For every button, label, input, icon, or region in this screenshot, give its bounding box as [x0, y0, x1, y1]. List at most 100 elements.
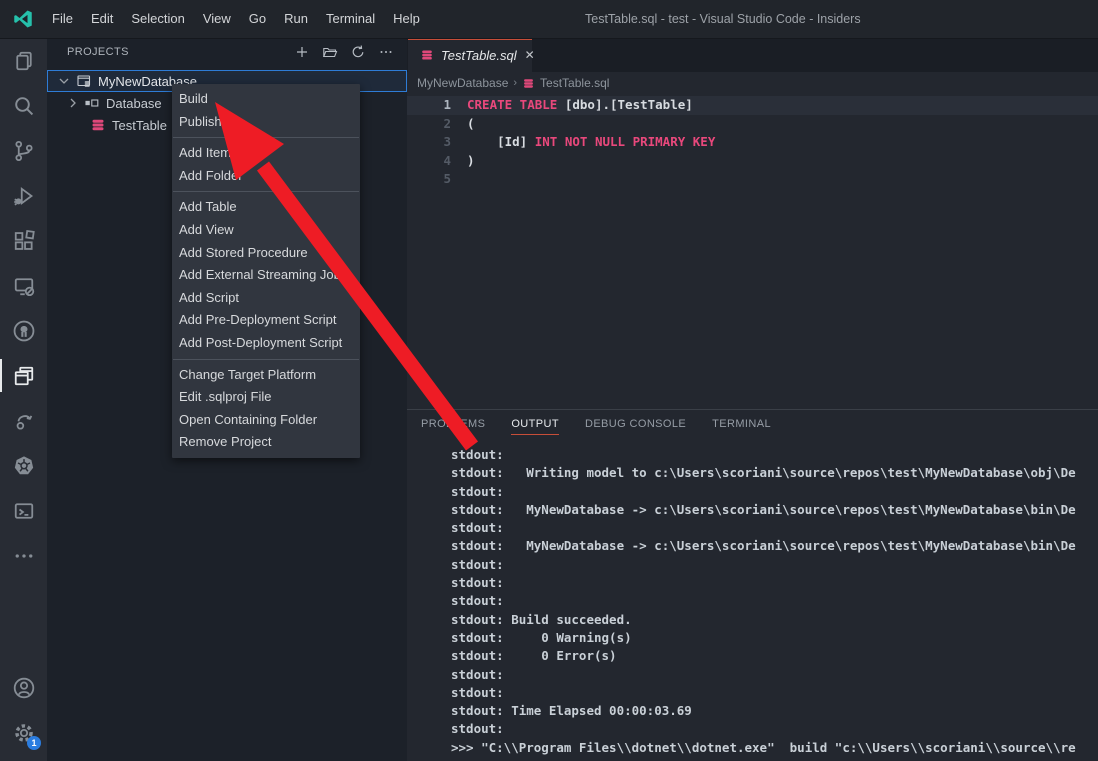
output-line: stdout: 0 Warning(s) — [451, 629, 1098, 647]
menu-separator — [173, 137, 359, 138]
context-menu-item-add-folder[interactable]: Add Folder — [172, 165, 360, 188]
tree-item-label: Database — [106, 96, 162, 111]
output-line: stdout: Time Elapsed 00:00:03.69 — [451, 702, 1098, 720]
close-tab-icon[interactable]: ✕ — [525, 48, 535, 62]
live-share-icon[interactable] — [0, 398, 47, 443]
context-menu-item-edit-sqlproj-file[interactable]: Edit .sqlproj File — [172, 386, 360, 409]
run-and-debug-icon[interactable] — [0, 173, 47, 218]
output-line: stdout: — [451, 592, 1098, 610]
menu-bar: FileEditSelectionViewGoRunTerminalHelp — [43, 0, 429, 38]
window-title: TestTable.sql - test - Visual Studio Cod… — [585, 0, 861, 38]
vscode-insiders-logo — [13, 9, 33, 29]
menu-item[interactable]: Go — [240, 0, 275, 38]
context-menu-item-remove-project[interactable]: Remove Project — [172, 431, 360, 454]
line-number: 3 — [407, 133, 451, 152]
menu-item[interactable]: Selection — [122, 0, 193, 38]
context-menu-item-add-external-streaming-job[interactable]: Add External Streaming Job — [172, 264, 360, 287]
context-menu-item-add-table[interactable]: Add Table — [172, 196, 360, 219]
menu-item[interactable]: View — [194, 0, 240, 38]
output-line: stdout: — [451, 446, 1098, 464]
database-table-icon — [90, 117, 106, 133]
context-menu-item-change-target-platform[interactable]: Change Target Platform — [172, 364, 360, 387]
chevron-right-icon[interactable] — [65, 95, 81, 111]
context-menu-item-add-item[interactable]: Add Item... — [172, 142, 360, 165]
menu-item[interactable]: Help — [384, 0, 429, 38]
powershell-icon[interactable] — [0, 488, 47, 533]
context-menu-item-add-pre-deployment-script[interactable]: Add Pre-Deployment Script — [172, 309, 360, 332]
accounts-icon[interactable] — [0, 665, 47, 710]
code-editor[interactable]: 1CREATE TABLE [dbo].[TestTable]2(3 [Id] … — [407, 94, 1098, 409]
context-menu-item-add-post-deployment-script[interactable]: Add Post-Deployment Script — [172, 332, 360, 355]
breadcrumb-chevron-icon: › — [513, 77, 517, 89]
kubernetes-icon[interactable] — [0, 443, 47, 488]
database-file-icon — [522, 77, 535, 90]
output-line: stdout: — [451, 666, 1098, 684]
menu-item[interactable]: Edit — [82, 0, 122, 38]
explorer-icon[interactable] — [0, 38, 47, 83]
editor-area: TestTable.sql ✕ MyNewDatabase › TestTabl… — [407, 38, 1098, 761]
settings-badge: 1 — [27, 736, 41, 750]
panel-tab-problems[interactable]: PROBLEMS — [421, 410, 485, 439]
panel-tab-output[interactable]: OUTPUT — [511, 410, 559, 439]
panel-tab-debug-console[interactable]: DEBUG CONSOLE — [585, 410, 686, 439]
output-line: stdout: — [451, 574, 1098, 592]
output-line: stdout: — [451, 519, 1098, 537]
context-menu-item-publish[interactable]: Publish — [172, 111, 360, 134]
context-menu-item-open-containing-folder[interactable]: Open Containing Folder — [172, 409, 360, 432]
code-line: 2( — [407, 115, 1098, 134]
menu-item[interactable]: File — [43, 0, 82, 38]
reference-group-icon — [84, 95, 100, 111]
database-project-icon — [76, 73, 92, 89]
code-text: ) — [467, 152, 475, 171]
code-line: 1CREATE TABLE [dbo].[TestTable] — [407, 96, 1098, 115]
more-actions-icon[interactable] — [375, 41, 397, 63]
code-text: [Id] INT NOT NULL PRIMARY KEY — [467, 133, 715, 152]
breadcrumb: MyNewDatabase › TestTable.sql — [407, 72, 1098, 94]
output-line: >>> "C:\\Program Files\\dotnet\\dotnet.e… — [451, 739, 1098, 757]
output-line: stdout: — [451, 556, 1098, 574]
breadcrumb-project[interactable]: MyNewDatabase — [417, 76, 508, 90]
more-views-icon[interactable] — [0, 533, 47, 578]
context-menu-item-add-script[interactable]: Add Script — [172, 287, 360, 310]
panel-tab-terminal[interactable]: TERMINAL — [712, 410, 771, 439]
extensions-icon[interactable] — [0, 218, 47, 263]
code-line: 5 — [407, 170, 1098, 189]
menu-separator — [173, 359, 359, 360]
menu-item[interactable]: Run — [275, 0, 317, 38]
context-menu-item-add-stored-procedure[interactable]: Add Stored Procedure — [172, 242, 360, 265]
breadcrumb-file[interactable]: TestTable.sql — [540, 76, 609, 90]
settings-gear-icon[interactable]: 1 — [0, 710, 47, 755]
tab-bar: TestTable.sql ✕ — [407, 38, 1098, 72]
add-project-icon[interactable] — [291, 41, 313, 63]
output-line: stdout: MyNewDatabase -> c:\Users\scoria… — [451, 501, 1098, 519]
code-line: 4) — [407, 152, 1098, 171]
line-number: 4 — [407, 152, 451, 171]
output-line: stdout: Build succeeded. — [451, 611, 1098, 629]
refresh-icon[interactable] — [347, 41, 369, 63]
context-menu-item-build[interactable]: Build — [172, 88, 360, 111]
database-projects-icon[interactable] — [0, 353, 47, 398]
chevron-down-icon[interactable] — [56, 73, 72, 89]
search-icon[interactable] — [0, 83, 47, 128]
sidebar-title: PROJECTS — [67, 46, 291, 58]
output-line: stdout: — [451, 720, 1098, 738]
code-text: ( — [467, 115, 475, 134]
title-bar: FileEditSelectionViewGoRunTerminalHelp T… — [0, 0, 1098, 39]
sidebar-header: PROJECTS — [47, 38, 407, 66]
output-line: stdout: 0 Error(s) — [451, 647, 1098, 665]
line-number: 5 — [407, 170, 451, 189]
remote-explorer-icon[interactable] — [0, 263, 47, 308]
bottom-panel: PROBLEMS OUTPUT DEBUG CONSOLE TERMINAL stdo… — [407, 409, 1098, 761]
open-folder-icon[interactable] — [319, 41, 341, 63]
code-text: CREATE TABLE [dbo].[TestTable] — [467, 96, 693, 115]
output-line: stdout: — [451, 684, 1098, 702]
source-control-icon[interactable] — [0, 128, 47, 173]
menu-item[interactable]: Terminal — [317, 0, 384, 38]
github-icon[interactable] — [0, 308, 47, 353]
vscode-window: FileEditSelectionViewGoRunTerminalHelp T… — [0, 0, 1098, 761]
output-console[interactable]: stdout:stdout: Writing model to c:\Users… — [407, 439, 1098, 761]
tab-testtable-sql[interactable]: TestTable.sql ✕ — [408, 38, 532, 72]
context-menu-item-add-view[interactable]: Add View — [172, 219, 360, 242]
output-line: stdout: MyNewDatabase -> c:\Users\scoria… — [451, 537, 1098, 555]
tree-item-label: TestTable — [112, 118, 167, 133]
